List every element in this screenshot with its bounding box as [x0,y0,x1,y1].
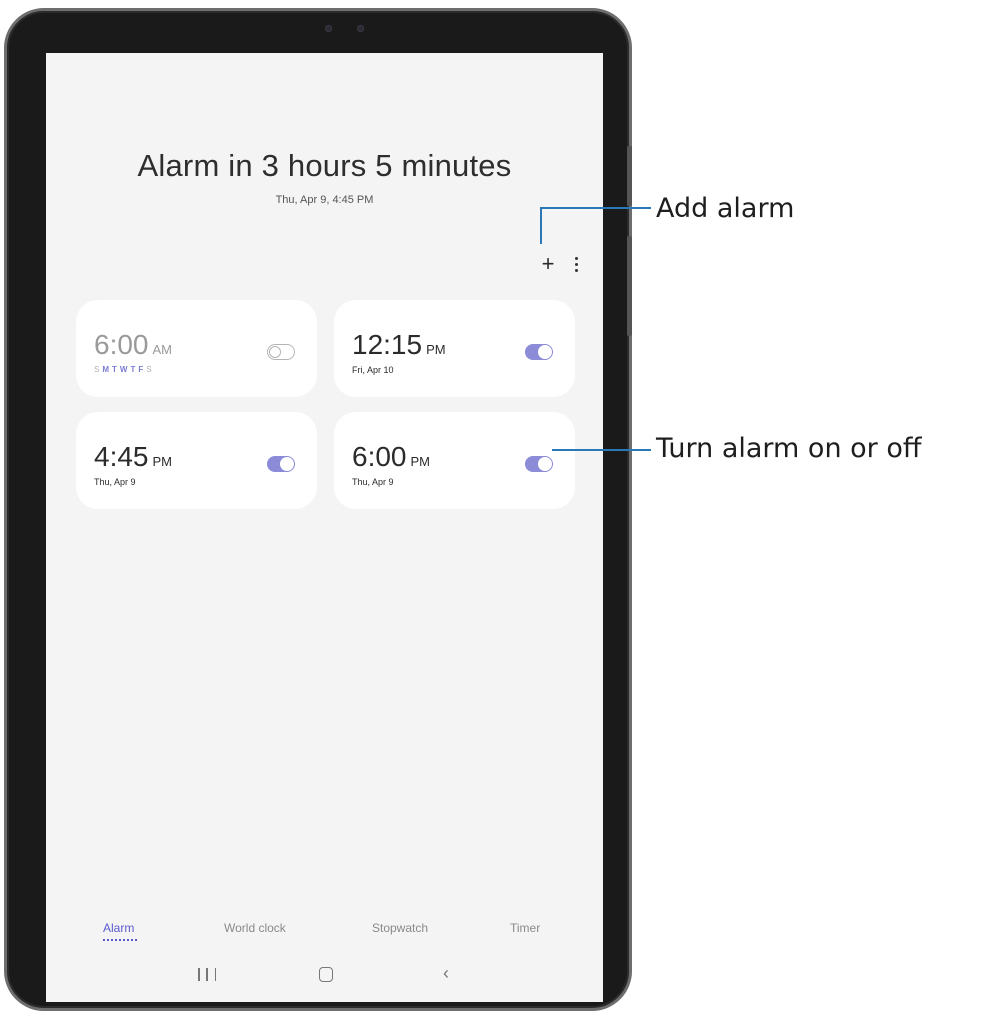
next-alarm-datetime: Thu, Apr 9, 4:45 PM [275,194,374,206]
alarm-card[interactable]: 6:00 PM Thu, Apr 9 [334,412,575,509]
day-saturday: S [146,365,152,374]
alarm-time: 6:00 [94,329,149,360]
day-sunday: S [94,365,100,374]
plus-icon: + [541,251,555,276]
alarm-repeat-days: S M T W T F S [94,365,152,374]
callout-line-add [540,207,651,209]
alarm-time: 12:15 [352,329,423,360]
alarm-date: Thu, Apr 9 [352,477,394,487]
day-thursday: T [130,365,136,374]
bottom-tab-bar: Alarm World clock Stopwatch Timer [46,921,603,951]
camera-icon [325,25,332,32]
add-alarm-button[interactable]: + [536,252,560,276]
clock-app-screen: Alarm in 3 hours 5 minutes Thu, Apr 9, 4… [46,53,603,1002]
alarm-date: Thu, Apr 9 [94,477,136,487]
alarm-time: 6:00 [352,441,407,472]
power-button [627,236,632,336]
alarm-time: 4:45 [94,441,149,472]
alarm-toggle[interactable] [525,344,553,360]
sensor-icon [357,25,364,32]
alarm-card[interactable]: 12:15 PM Fri, Apr 10 [334,300,575,397]
callout-add-alarm: Add alarm [656,193,795,224]
home-icon[interactable] [319,967,333,982]
tab-world-clock[interactable]: World clock [224,921,286,935]
callout-toggle: Turn alarm on or off [656,433,922,464]
alarm-ampm: PM [426,342,446,357]
tablet-device: Alarm in 3 hours 5 minutes Thu, Apr 9, 4… [4,8,632,1011]
callout-line-add [540,207,542,244]
alarm-date: Fri, Apr 10 [352,365,394,375]
alarm-toggle[interactable] [267,344,295,360]
tab-stopwatch[interactable]: Stopwatch [372,921,428,935]
alarm-card[interactable]: 4:45 PM Thu, Apr 9 [76,412,317,509]
alarm-ampm: PM [410,454,431,469]
tab-timer[interactable]: Timer [510,921,540,935]
day-tuesday: T [112,365,117,374]
back-icon[interactable]: ‹ [443,963,449,984]
day-monday: M [102,365,110,374]
active-tab-indicator [103,939,137,941]
alarm-ampm: PM [152,454,173,469]
tab-alarm[interactable]: Alarm [103,921,134,935]
volume-button [627,146,632,206]
callout-line-toggle [552,449,651,451]
more-options-icon[interactable] [568,254,584,274]
alarm-toggle[interactable] [267,456,295,472]
system-nav-bar: ‹ [46,958,603,998]
day-wednesday: W [119,365,128,374]
alarm-ampm: AM [152,342,173,357]
recent-apps-icon[interactable] [198,968,216,982]
day-friday: F [138,365,144,374]
alarm-card[interactable]: 6:00 AM S M T W T F S [76,300,317,397]
alarm-toggle[interactable] [525,456,553,472]
next-alarm-summary: Alarm in 3 hours 5 minutes [137,148,512,183]
